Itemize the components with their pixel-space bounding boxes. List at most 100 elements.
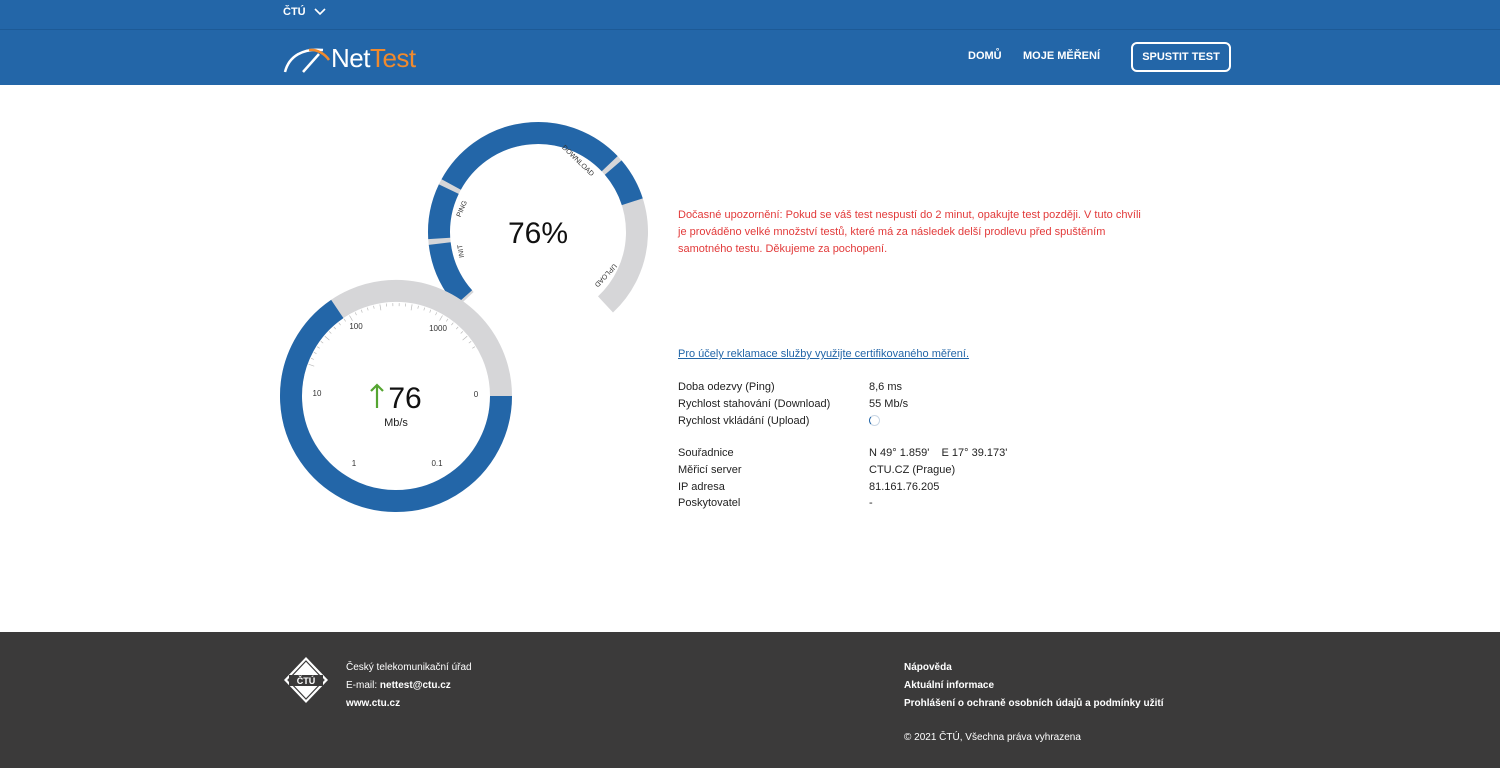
speed-value: 76 <box>388 382 421 415</box>
scale-tick <box>343 318 346 322</box>
speed-gauge: 0 0.1 1 10 100 1000 76 Mb/s <box>280 279 512 512</box>
scale-tick <box>313 351 317 355</box>
footer-website: www.ctu.cz <box>346 698 401 709</box>
gauges-area: INIT PING DOWNLOAD UPLOAD 76% 0 0.1 1 10 10… <box>270 100 670 530</box>
scale-tick <box>360 309 363 313</box>
top-strip: ČTÚ <box>0 0 1500 29</box>
results-list: Doba odezvy (Ping) 8,6 ms Rychlost staho… <box>678 379 908 429</box>
footer-email-link[interactable]: nettest@ctu.cz <box>380 680 451 691</box>
nettest-logo[interactable]: Net Test <box>283 40 416 74</box>
footer-website-link[interactable]: www.ctu.cz <box>346 698 400 709</box>
scale-label-0: 0 <box>474 390 479 399</box>
certified-measurement-link[interactable]: Pro účely reklamace služby využijte cert… <box>678 348 969 360</box>
arrow-up-icon <box>370 383 384 408</box>
result-value: 55 Mb/s <box>869 398 909 411</box>
scale-label-100: 100 <box>349 322 363 331</box>
footer-org-name: Český telekomunikační úřad <box>346 662 472 673</box>
detail-label: Souřadnice <box>678 447 734 460</box>
detail-label: Měřicí server <box>678 464 742 477</box>
scale-tick <box>468 341 472 344</box>
scale-tick <box>429 309 432 313</box>
footer-email-line: E-mail: nettest@ctu.cz <box>346 677 472 695</box>
result-row-download: Rychlost stahování (Download) 55 Mb/s <box>678 396 908 413</box>
run-test-button[interactable]: SPUSTIT TEST <box>1131 42 1231 72</box>
result-value: 8,6 ms <box>869 381 903 394</box>
result-label: Rychlost vkládání (Upload) <box>678 414 810 427</box>
detail-row-provider: Poskytovatel - <box>678 495 1007 512</box>
scale-tick <box>455 326 459 330</box>
ctu-logo-text: ČTÚ <box>297 675 316 686</box>
detail-value: - <box>869 497 873 510</box>
result-row-ping: Doba odezvy (Ping) 8,6 ms <box>678 379 908 396</box>
scale-tick <box>451 322 454 326</box>
scale-tick <box>333 326 337 330</box>
speedometer-logo-icon <box>283 48 331 73</box>
detail-label: Poskytovatel <box>678 497 741 510</box>
scale-tick <box>349 315 353 321</box>
scale-tick <box>460 331 464 334</box>
result-label: Rychlost stahování (Download) <box>678 398 831 411</box>
footer-copyright: © 2021 ČTÚ, Všechna práva vyhrazena <box>904 732 1081 743</box>
footer-links: Nápověda Aktuální informace Prohlášení o… <box>904 659 1163 713</box>
progress-percent: 76% <box>508 217 568 250</box>
detail-label: IP adresa <box>678 480 725 493</box>
detail-row-server: Měřicí server CTU.CZ (Prague) <box>678 462 1007 479</box>
org-switcher-label: ČTÚ <box>283 6 306 18</box>
progress-segment <box>441 122 618 191</box>
scale-tick <box>366 307 369 311</box>
footer-email-label: E-mail: <box>346 680 380 691</box>
scale-tick <box>410 304 413 311</box>
footer-link-help[interactable]: Nápověda <box>904 662 952 673</box>
scale-tick <box>320 341 324 344</box>
scale-tick <box>435 312 438 316</box>
nav-home[interactable]: DOMŮ <box>968 50 1002 62</box>
logo-text-net: Net <box>331 43 370 73</box>
footer-email: nettest@ctu.cz <box>379 680 451 691</box>
footer-link-news[interactable]: Aktuální informace <box>904 680 994 691</box>
scale-tick <box>439 315 443 321</box>
footer-link-privacy[interactable]: Prohlášení o ochraně osobních údajů a po… <box>904 698 1163 709</box>
speed-unit: Mb/s <box>384 417 408 429</box>
detail-row-coordinates: Souřadnice N 49° 1.859' E 17° 39.173' <box>678 445 1007 462</box>
scale-tick <box>446 318 449 322</box>
temporary-notice: Dočasné upozornění: Pokud se váš test ne… <box>678 209 1141 255</box>
detail-row-ip: IP adresa 81.161.76.205 <box>678 478 1007 495</box>
result-row-upload: Rychlost vkládání (Upload) <box>678 412 908 429</box>
scale-tick <box>316 346 320 349</box>
scale-tick <box>310 357 314 360</box>
scale-tick <box>472 346 476 349</box>
scale-tick <box>324 335 330 341</box>
phase-label: INIT <box>457 243 466 258</box>
loading-spinner-icon <box>869 415 880 427</box>
result-label: Doba odezvy (Ping) <box>678 381 775 394</box>
site-footer: ČTÚ Český telekomunikační úřad E-mail: n… <box>0 632 1500 768</box>
scale-label-1000: 1000 <box>429 324 447 333</box>
nav-my-measurements[interactable]: MOJE MĚŘENÍ <box>1023 50 1100 62</box>
scale-tick <box>354 312 357 316</box>
progress-segment <box>604 160 643 206</box>
details-list: Souřadnice N 49° 1.859' E 17° 39.173' Mě… <box>678 445 1007 512</box>
scale-tick <box>373 305 375 309</box>
scale-tick <box>328 331 332 334</box>
chevron-down-icon <box>314 8 326 16</box>
scale-tick <box>338 322 341 326</box>
detail-value: 81.161.76.205 <box>869 480 940 493</box>
progress-segment <box>428 184 459 240</box>
progress-gauge: INITPINGDOWNLOADUPLOAD 76% <box>428 121 648 313</box>
footer-contact: Český telekomunikační úřad E-mail: nette… <box>346 659 472 713</box>
scale-tick <box>379 304 382 311</box>
scale-label-0-1: 0.1 <box>431 459 443 468</box>
scale-label-10: 10 <box>313 389 322 398</box>
scale-tick <box>308 363 315 367</box>
phase-label: PING <box>456 200 469 218</box>
ctu-logo-icon: ČTÚ <box>284 657 328 703</box>
scale-tick <box>462 335 468 341</box>
site-header: Net Test DOMŮ MOJE MĚŘENÍ SPUSTIT TEST <box>0 29 1500 85</box>
detail-value: N 49° 1.859' E 17° 39.173' <box>869 447 1008 460</box>
logo-text-test: Test <box>369 43 416 73</box>
gauges-svg: INITPINGDOWNLOADUPLOAD 76% 0 0.1 1 10 10… <box>280 121 648 512</box>
scale-label-1: 1 <box>352 459 357 468</box>
org-switcher[interactable]: ČTÚ <box>283 6 326 18</box>
scale-tick <box>417 305 419 309</box>
scale-tick <box>423 307 426 311</box>
